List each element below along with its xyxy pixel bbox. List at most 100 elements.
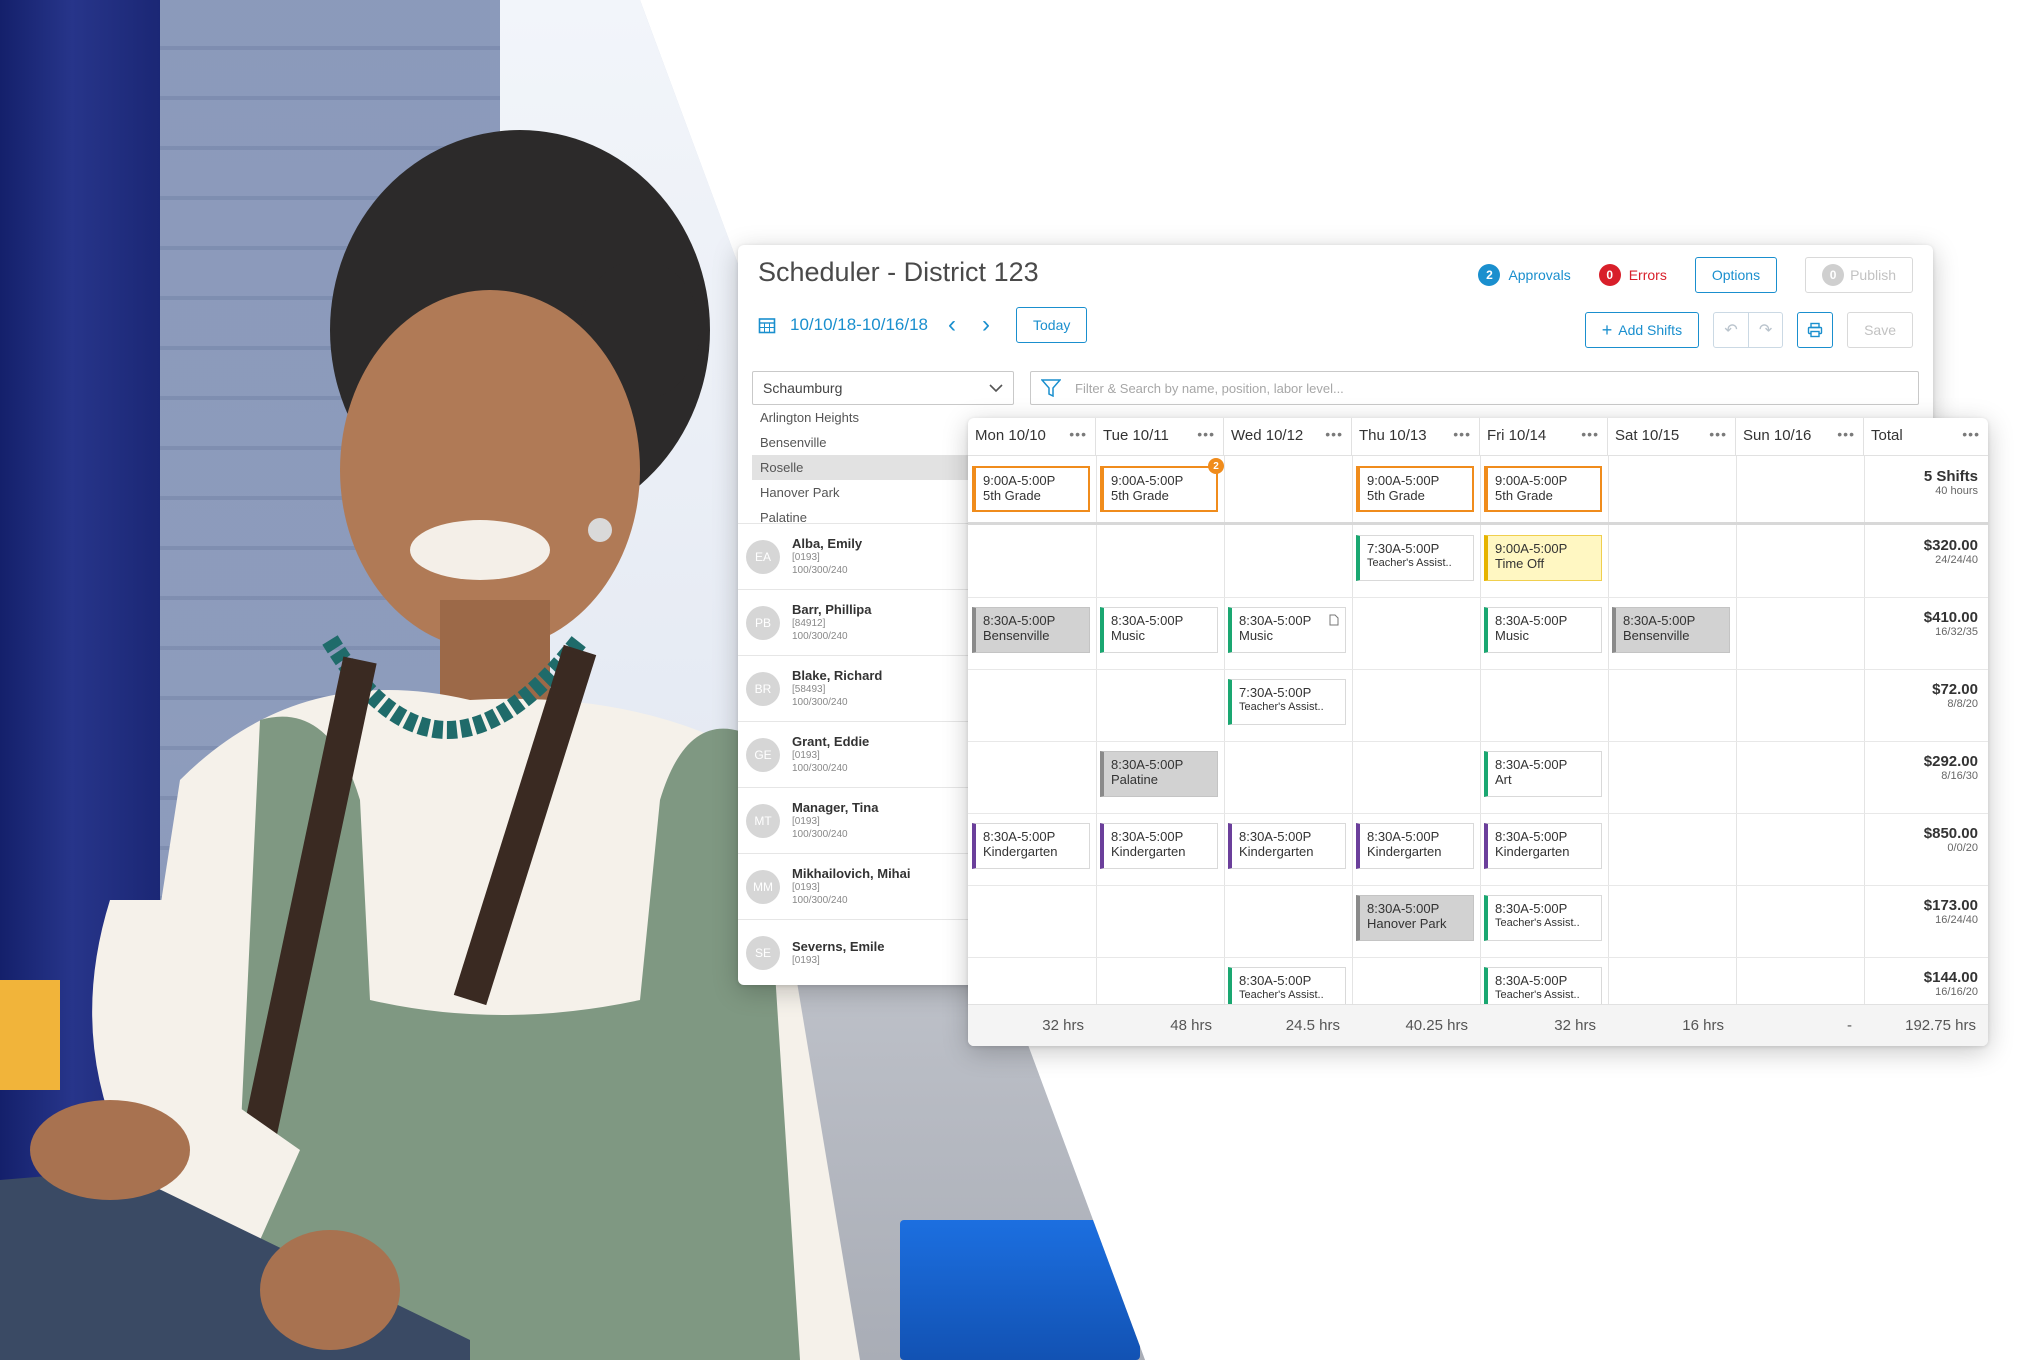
total-label: Total [1871,427,1903,444]
options-button[interactable]: Options [1694,257,1778,293]
grid-toolbar: + Add Shifts ↶ ↷ Save [1584,312,1913,348]
more-options-icon[interactable]: ••• [1325,426,1343,442]
avatar: SE [746,935,780,970]
shift-time: 9:00A-5:00P [1367,473,1440,488]
add-shifts-button[interactable]: + Add Shifts [1584,312,1700,348]
shift-card[interactable]: 9:00A-5:00P Time Off [1484,535,1602,581]
date-range[interactable]: 10/10/18-10/16/18 [790,315,928,335]
more-options-icon[interactable]: ••• [1837,426,1855,442]
day-label: Tue 10/11 [1103,427,1169,444]
shift-card[interactable]: 8:30A-5:00P Music [1228,607,1346,653]
shift-card[interactable]: 7:30A-5:00P Teacher's Assist.. [1356,535,1474,581]
shift-card[interactable]: 8:30A-5:00P Art [1484,751,1602,797]
chevron-right-icon[interactable]: › [976,311,996,339]
print-button[interactable] [1797,312,1834,348]
shift-position: Palatine [1111,772,1158,787]
employee-id: [0193] [792,954,820,966]
day-label: Sat 10/15 [1615,427,1680,444]
undo-icon[interactable]: ↶ [1714,313,1748,347]
row-total-cost: $144.00 [1923,969,1978,986]
open-shift-card[interactable]: 9:00A-5:00P 5th Grade [1100,466,1218,512]
shift-time: 7:30A-5:00P [1367,541,1440,556]
shift-time: 8:30A-5:00P [983,613,1056,628]
employee-id: [0193] [792,816,820,827]
grid-header: Mon 10/10 ••• Tue 10/11 ••• Wed 10/12 ••• Thu … [968,418,1988,456]
employee-name: Manager, Tina [792,800,879,815]
total-header: Total ••• [1864,418,1988,456]
row-total-cost: $72.00 [1932,681,1978,698]
row-total-hours: 16/16/20 [1935,986,1978,998]
save-button[interactable]: Save [1847,312,1913,348]
errors-link[interactable]: 0 Errors [1598,264,1667,286]
day-total-hours: 40.25 hrs [1405,1017,1468,1034]
shift-position: Kindergarten [1111,844,1186,859]
employee-name: Mikhailovich, Mihai [792,866,911,881]
shift-time: 8:30A-5:00P [1367,829,1440,844]
location-select-value: Schaumburg [763,380,843,396]
location-select[interactable]: Schaumburg [752,371,1014,405]
avatar: MT [746,803,780,838]
avatar: BR [746,671,780,706]
more-options-icon[interactable]: ••• [1197,426,1215,442]
row-total: $173.00 16/24/40 [1924,897,1978,926]
shift-card[interactable]: 8:30A-5:00P Hanover Park [1356,895,1474,941]
today-button[interactable]: Today [1016,307,1088,343]
more-options-icon[interactable]: ••• [1962,426,1980,442]
day-total-hours: 48 hrs [1170,1017,1212,1034]
row-total: $850.00 0/0/20 [1924,825,1978,854]
more-options-icon[interactable]: ••• [1069,426,1087,442]
redo-icon[interactable]: ↷ [1748,313,1782,347]
open-shift-card[interactable]: 9:00A-5:00P 5th Grade [1484,466,1602,512]
shift-card[interactable]: 8:30A-5:00P Kindergarten [1100,823,1218,869]
shift-card[interactable]: 8:30A-5:00P Palatine [1100,751,1218,797]
employee-id: [58493] [792,684,826,695]
row-total: $72.00 8/8/20 [1932,681,1978,710]
shift-time: 9:00A-5:00P [983,473,1056,488]
row-divider [968,957,1988,958]
publish-button[interactable]: 0 Publish [1805,257,1913,293]
shift-time: 8:30A-5:00P [1111,613,1184,628]
more-options-icon[interactable]: ••• [1581,426,1599,442]
shift-position: Time Off [1495,556,1545,571]
open-shift-card[interactable]: 9:00A-5:00P 5th Grade [1356,466,1474,512]
shift-position: Music [1495,628,1529,643]
printer-icon [1807,322,1823,338]
shift-card[interactable]: 8:30A-5:00P Bensenville [1612,607,1730,653]
shift-time: 9:00A-5:00P [1495,541,1568,556]
notification-badge: 2 [1208,458,1224,474]
open-shift-card[interactable]: 9:00A-5:00P 5th Grade [972,466,1090,512]
open-shifts-count: 5 Shifts [1923,468,1978,485]
chevron-left-icon[interactable]: ‹ [942,311,962,339]
approvals-link[interactable]: 2 Approvals [1478,264,1571,286]
day-header: Thu 10/13 ••• [1352,418,1480,456]
more-options-icon[interactable]: ••• [1709,426,1727,442]
shift-card[interactable]: 8:30A-5:00P Kindergarten [1356,823,1474,869]
shift-time: 9:00A-5:00P [1495,473,1568,488]
day-header: Sat 10/15 ••• [1608,418,1736,456]
more-options-icon[interactable]: ••• [1453,426,1471,442]
shift-position: Bensenville [1623,628,1690,643]
shift-card[interactable]: 8:30A-5:00P Kindergarten [1228,823,1346,869]
shift-position: Kindergarten [983,844,1058,859]
employee-hours: 100/300/240 [792,763,848,774]
employee-id: [84912] [792,618,826,629]
row-total-hours: 8/8/20 [1947,698,1978,710]
daily-hours-footer: 32 hrs 48 hrs 24.5 hrs 40.25 hrs 32 hrs 16 hr… [968,1004,1988,1046]
shift-time: 9:00A-5:00P [1111,473,1184,488]
approvals-count-badge: 2 [1478,264,1501,286]
day-header: Wed 10/12 ••• [1224,418,1352,456]
filter-search-input[interactable]: Filter & Search by name, position, labor… [1030,371,1919,405]
calendar-icon[interactable] [758,316,776,334]
shift-card[interactable]: 8:30A-5:00P Music [1100,607,1218,653]
shift-card[interactable]: 8:30A-5:00P Kindergarten [1484,823,1602,869]
approvals-label: Approvals [1508,267,1571,283]
shift-card[interactable]: 8:30A-5:00P Bensenville [972,607,1090,653]
shift-card[interactable]: 7:30A-5:00P Teacher's Assist.. [1228,679,1346,725]
shift-time: 8:30A-5:00P [1367,901,1440,916]
grand-total-hours: 192.75 hrs [1905,1017,1976,1034]
shift-card[interactable]: 8:30A-5:00P Music [1484,607,1602,653]
column-divider [1224,456,1225,1004]
shift-card[interactable]: 8:30A-5:00P Kindergarten [972,823,1090,869]
shift-card[interactable]: 8:30A-5:00P Teacher's Assist.. [1484,895,1602,941]
column-divider [1608,456,1609,1004]
